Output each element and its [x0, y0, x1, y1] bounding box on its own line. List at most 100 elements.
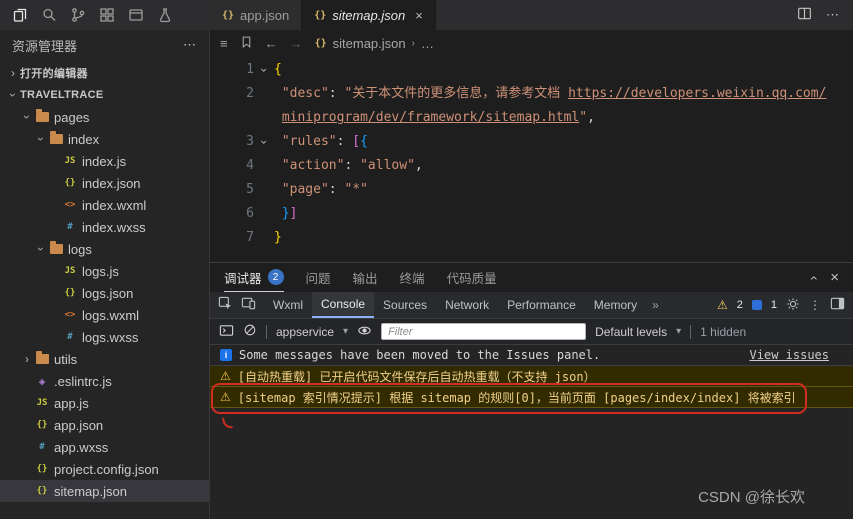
- code-line: 6 }]: [210, 202, 853, 226]
- eye-icon[interactable]: [357, 323, 372, 341]
- chevron-right-icon[interactable]: ›: [6, 66, 20, 80]
- code-line: miniprogram/dev/framework/sitemap.html",: [210, 106, 853, 130]
- message-text: [自动热重载] 已开启代码文件保存后自动热重载（不支持 json）: [237, 369, 596, 384]
- tree-item-index[interactable]: › index: [0, 128, 209, 150]
- panel-tab-终端[interactable]: 终端: [400, 263, 425, 292]
- tree-item-index.wxml[interactable]: <> index.wxml: [0, 194, 209, 216]
- preview-icon[interactable]: [128, 7, 144, 23]
- tree-item-.eslintrc.js[interactable]: ◈ .eslintrc.js: [0, 370, 209, 392]
- source-control-icon[interactable]: [70, 7, 86, 23]
- files-icon[interactable]: [12, 7, 28, 23]
- tree-item-index.wxss[interactable]: # index.wxss: [0, 216, 209, 238]
- devtools-left-icons: [210, 296, 264, 314]
- bookmark-icon[interactable]: [240, 35, 253, 52]
- eslint-file-icon: ◈: [38, 374, 46, 388]
- line-number: 3: [246, 134, 254, 149]
- folder-file-icon: [34, 109, 50, 122]
- devtools-tab-network[interactable]: Network: [436, 292, 498, 318]
- tree-item-utils[interactable]: › utils: [0, 348, 209, 370]
- explorer-sidebar: 资源管理器 ⋯ › 打开的编辑器 › TRAVELTRACE › pages › index J…: [0, 30, 210, 519]
- console-message: i Some messages have been moved to the Is…: [210, 345, 853, 366]
- tree-item-logs.wxss[interactable]: # logs.wxss: [0, 326, 209, 348]
- tree-item-pages[interactable]: › pages: [0, 106, 209, 128]
- breadcrumb-file[interactable]: sitemap.json: [333, 36, 406, 51]
- outline-icon[interactable]: ≡: [220, 36, 228, 51]
- nav-back-icon[interactable]: ←: [265, 36, 278, 51]
- context-selector[interactable]: appservice: [276, 325, 334, 339]
- warning-icon: ⚠: [220, 369, 231, 383]
- tree-item-logs.wxml[interactable]: <> logs.wxml: [0, 304, 209, 326]
- search-icon[interactable]: [41, 7, 57, 23]
- code-area[interactable]: 1 ›{2 "desc": "关于本文件的更多信息，请参考文档 https://d…: [210, 56, 853, 262]
- more-actions-icon[interactable]: ⋯: [826, 7, 839, 23]
- tree-item-index.js[interactable]: JS index.js: [0, 150, 209, 172]
- code-text: "page": "*": [281, 182, 368, 197]
- tab-sitemap-json[interactable]: {} sitemap.json ×: [302, 0, 436, 30]
- devtools-tab-sources[interactable]: Sources: [374, 292, 436, 318]
- tree-item-logs[interactable]: › logs: [0, 238, 209, 260]
- tree-item-label: pages: [54, 109, 90, 125]
- tree-item-app.js[interactable]: JS app.js: [0, 392, 209, 414]
- chevron-down-icon[interactable]: ›: [20, 110, 34, 124]
- tree-item-TRAVELTRACE[interactable]: › TRAVELTRACE: [0, 84, 209, 106]
- gutter: 7: [210, 226, 274, 250]
- tree-item-app.json[interactable]: {} app.json: [0, 414, 209, 436]
- inspect-icon[interactable]: [218, 296, 233, 314]
- issues-icon[interactable]: [751, 300, 762, 310]
- wxss-file-icon: #: [39, 442, 45, 452]
- code-text: "action": "allow",: [281, 158, 423, 173]
- warning-icon[interactable]: ⚠: [717, 298, 728, 312]
- tabs-overflow-icon[interactable]: »: [646, 298, 665, 312]
- fold-chevron-icon[interactable]: ›: [252, 132, 276, 152]
- panel-tab-调试器[interactable]: 调试器 2: [224, 263, 284, 292]
- code-text: "rules": [{: [281, 134, 368, 149]
- chevron-down-icon[interactable]: ›: [34, 132, 48, 146]
- devtools-tab-wxml[interactable]: Wxml: [264, 292, 312, 318]
- tree-item-project.config.json[interactable]: {} project.config.json: [0, 458, 209, 480]
- tree-item-sitemap.json[interactable]: {} sitemap.json: [0, 480, 209, 502]
- breadcrumb-separator: ›: [411, 37, 415, 49]
- close-icon[interactable]: ×: [415, 8, 423, 23]
- tree-item--[interactable]: › 打开的编辑器: [0, 62, 209, 84]
- device-toolbar-icon[interactable]: [241, 296, 256, 314]
- tree-item-index.json[interactable]: {} index.json: [0, 172, 209, 194]
- panel-tab-代码质量[interactable]: 代码质量: [447, 263, 497, 292]
- breadcrumb-more[interactable]: …: [421, 36, 434, 51]
- console-sidebar-icon[interactable]: [219, 323, 234, 341]
- line-number: 6: [246, 206, 254, 221]
- devtools-tab-console[interactable]: Console: [312, 292, 375, 318]
- console-toolbar: appservice ▾ Default levels ▾ 1 hidden: [210, 319, 853, 345]
- console-message: ⚠ [sitemap 索引情况提示] 根据 sitemap 的规则[0]，当前页面…: [210, 383, 853, 430]
- chevron-right-icon[interactable]: ›: [20, 352, 34, 366]
- devtools-tab-memory[interactable]: Memory: [585, 292, 646, 318]
- more-actions-icon[interactable]: ⋯: [183, 37, 197, 53]
- extensions-icon[interactable]: [99, 7, 115, 23]
- tree-item-app.wxss[interactable]: # app.wxss: [0, 436, 209, 458]
- panel-tab-输出[interactable]: 输出: [353, 263, 378, 292]
- kebab-menu-icon[interactable]: ⋮: [809, 298, 821, 312]
- fold-chevron-icon[interactable]: ›: [252, 60, 276, 80]
- split-editor-icon[interactable]: [797, 6, 812, 24]
- devtools-tab-performance[interactable]: Performance: [498, 292, 585, 318]
- panel-collapse-icon[interactable]: ›: [804, 275, 820, 280]
- dock-side-icon[interactable]: [830, 296, 845, 314]
- tab-app-json[interactable]: {} app.json: [210, 0, 303, 30]
- line-number: 7: [246, 230, 254, 245]
- panel-tab-问题[interactable]: 问题: [306, 263, 331, 292]
- beaker-icon[interactable]: [157, 7, 173, 23]
- chevron-down-icon[interactable]: ›: [34, 242, 48, 256]
- clear-console-icon[interactable]: [243, 323, 257, 340]
- tree-item-logs.js[interactable]: JS logs.js: [0, 260, 209, 282]
- tab-label: app.json: [240, 7, 290, 23]
- sidebar-title: 资源管理器: [12, 38, 78, 54]
- tree-item-logs.json[interactable]: {} logs.json: [0, 282, 209, 304]
- view-issues-link[interactable]: View issues: [750, 348, 829, 362]
- panel-close-icon[interactable]: ×: [830, 269, 839, 286]
- settings-gear-icon[interactable]: [786, 297, 800, 314]
- chevron-down-icon[interactable]: ›: [6, 88, 20, 102]
- code-line: 4 "action": "allow",: [210, 154, 853, 178]
- wxml-file-icon: <>: [64, 200, 76, 210]
- log-levels-selector[interactable]: Default levels: [595, 325, 667, 339]
- filter-input[interactable]: [381, 323, 587, 340]
- nav-forward-icon[interactable]: →: [290, 36, 303, 51]
